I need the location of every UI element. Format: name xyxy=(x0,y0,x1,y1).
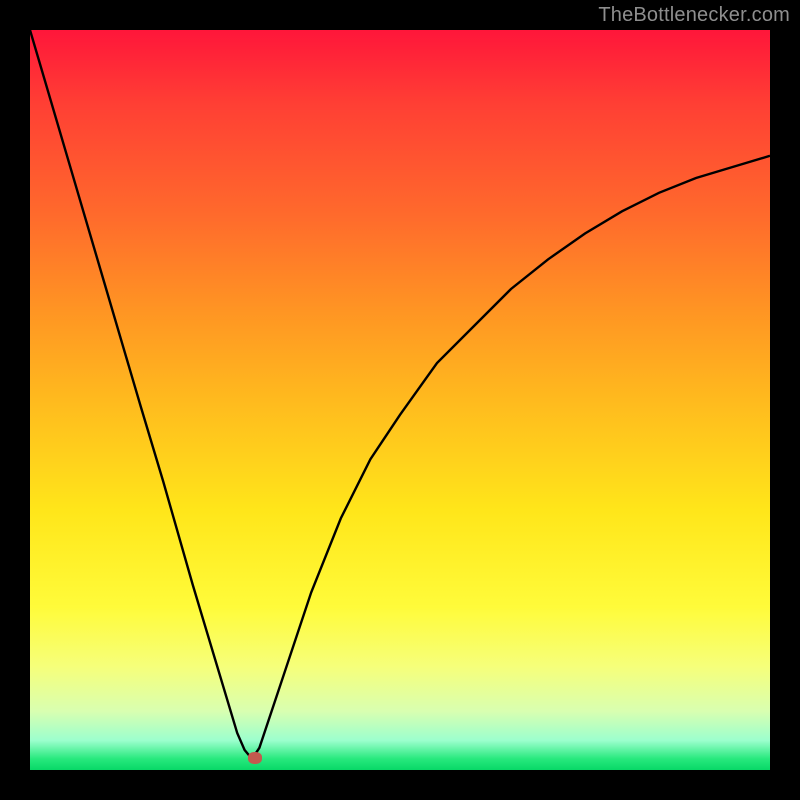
watermark-text: TheBottlenecker.com xyxy=(598,4,790,27)
bottleneck-curve xyxy=(30,30,770,770)
optimal-point-marker xyxy=(248,752,262,764)
chart-frame: TheBottlenecker.com xyxy=(0,0,800,800)
plot-area xyxy=(30,30,770,770)
curve-path xyxy=(30,30,770,759)
